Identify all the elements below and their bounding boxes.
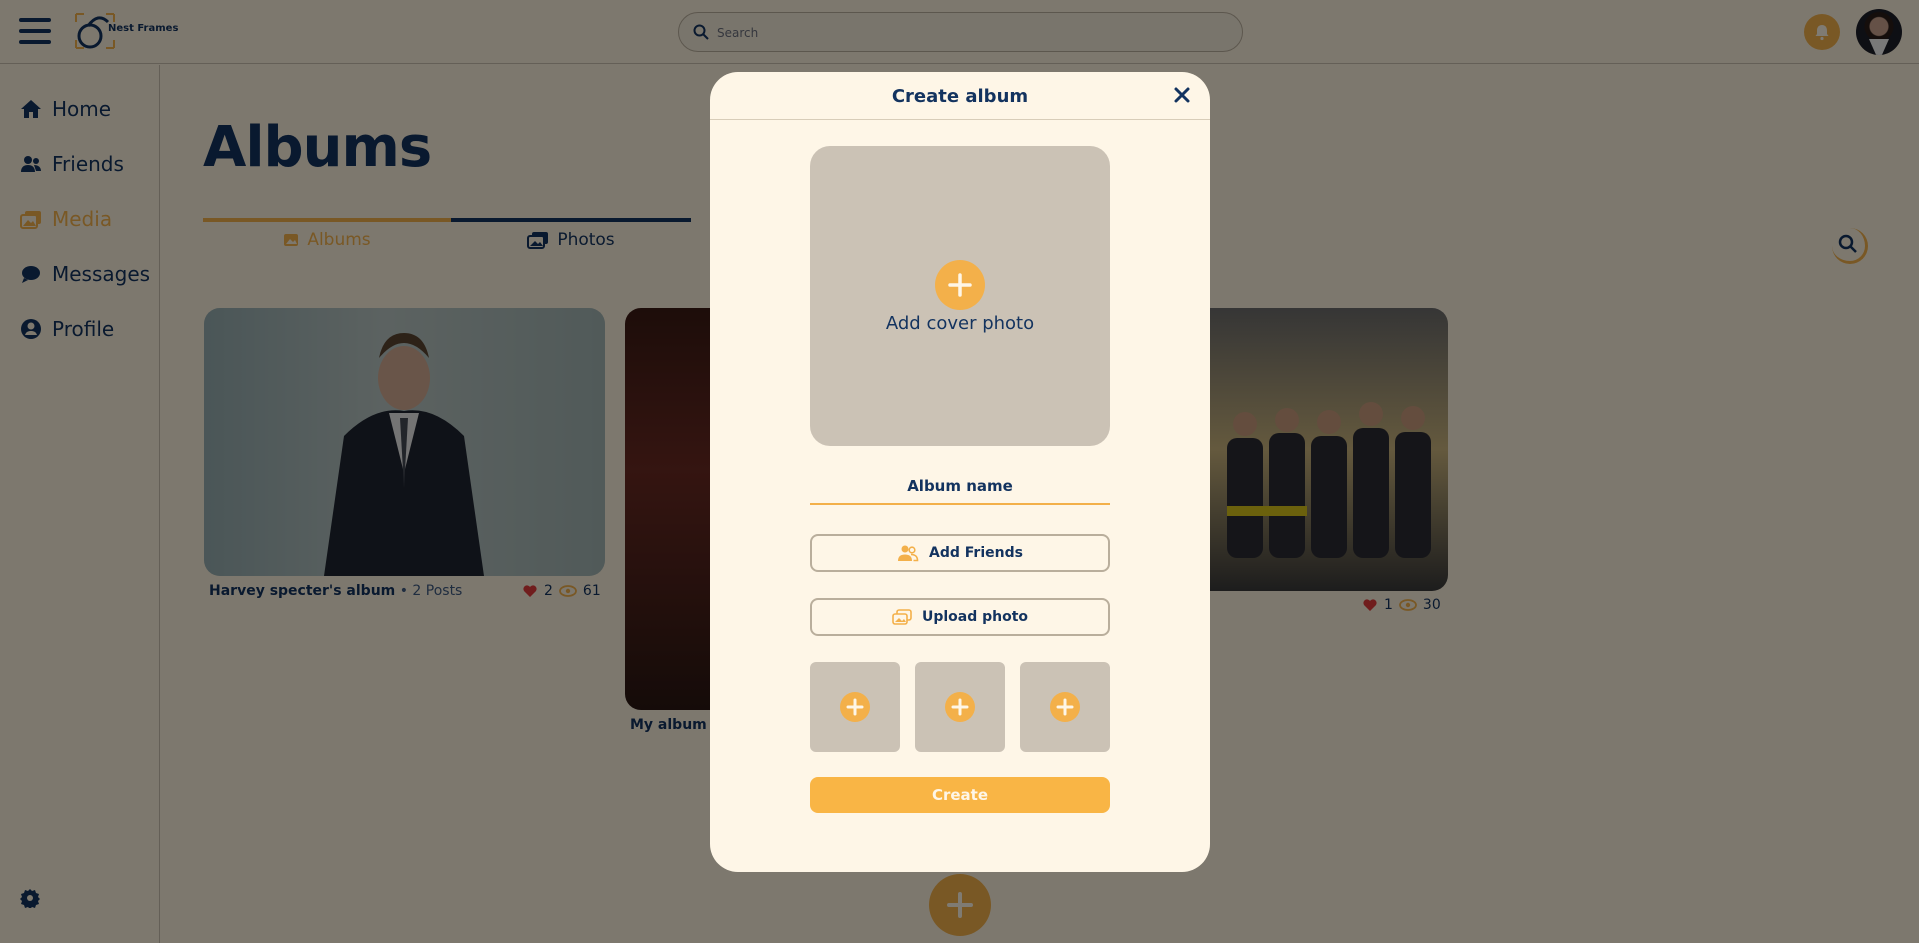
upload-photo-button[interactable]: Upload photo [810,598,1110,636]
album-name-field[interactable] [810,469,1110,505]
modal-title: Create album [891,86,1029,107]
close-icon [1174,87,1190,103]
photo-slot[interactable] [1020,662,1110,752]
upload-photo-label: Upload photo [921,609,1029,625]
modal-header: Create album [710,72,1210,120]
cover-photo-picker[interactable]: Add cover photo [810,146,1110,446]
add-friends-label: Add Friends [929,545,1023,561]
create-album-modal: Create album Add cover photo Add Friends… [710,72,1210,872]
plus-icon [945,692,975,722]
friends-icon [898,545,919,562]
plus-icon [935,260,985,310]
photos-icon [892,609,912,625]
plus-icon [1050,692,1080,722]
photo-slot[interactable] [810,662,900,752]
plus-icon [840,692,870,722]
create-button[interactable]: Create [810,777,1110,813]
cover-photo-label: Add cover photo [885,313,1035,334]
photo-slot[interactable] [915,662,1005,752]
close-button[interactable] [1170,83,1194,107]
add-friends-button[interactable]: Add Friends [810,534,1110,572]
